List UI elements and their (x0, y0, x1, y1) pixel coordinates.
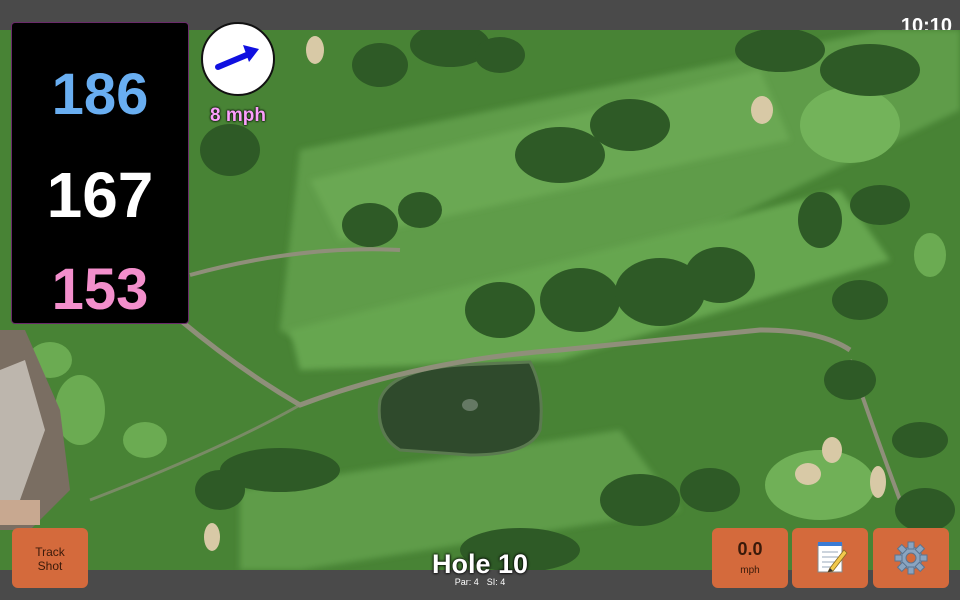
hole-si: SI: 4 (486, 577, 506, 587)
front-distance: 153 (51, 257, 149, 322)
hole-par: Par: 4 (454, 577, 479, 587)
hole-title: Hole 10 (431, 549, 529, 579)
track-shot-label-line1: Track (35, 545, 65, 559)
notes-button[interactable] (792, 528, 868, 588)
settings-button[interactable] (873, 528, 949, 588)
speed-button[interactable]: 0.0 mph (712, 528, 788, 588)
notepad-icon (817, 542, 848, 573)
back-distance: 186 (51, 62, 149, 127)
track-shot-button[interactable]: Track Shot (12, 528, 88, 588)
speed-value: 0.0 (737, 539, 763, 559)
wind-speed: 8 mph (210, 105, 266, 126)
distance-panel: 186 167 153 (11, 22, 189, 324)
hole-info: Par: 4 SI: 4 (380, 577, 580, 588)
middle-distance: 167 (46, 159, 154, 231)
wind-indicator (201, 22, 275, 96)
gear-icon (894, 541, 928, 575)
wind-arrow-icon (215, 45, 259, 70)
track-shot-label-line2: Shot (37, 559, 63, 573)
speed-unit: mph (740, 565, 760, 576)
